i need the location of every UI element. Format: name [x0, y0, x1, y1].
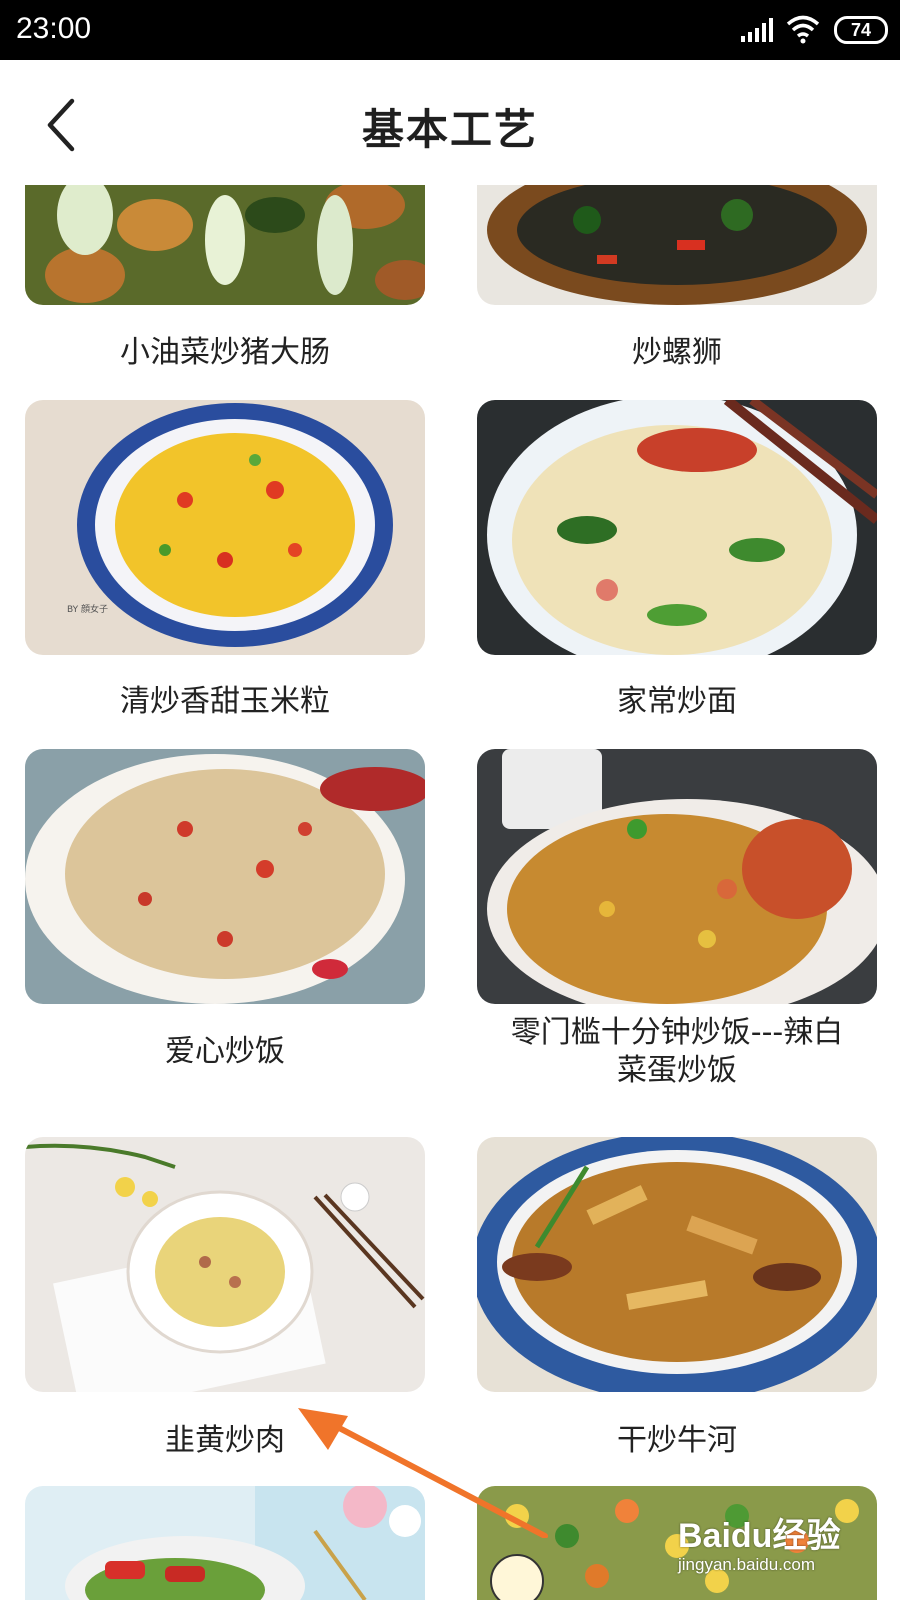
dish-title[interactable]: 家常炒面 — [467, 683, 887, 721]
watermark: Baidu经验 jingyan.baidu.com — [678, 1508, 888, 1575]
dish-grid: 小油菜炒猪大肠 炒螺狮 BY 顔女子 清炒香甜玉米粒 家常炒面 爱心炒饭 零门槛… — [0, 0, 900, 1600]
dish-title[interactable]: 炒螺狮 — [467, 334, 887, 372]
dish-title[interactable]: 小油菜炒猪大肠 — [15, 334, 435, 372]
watermark-url: jingyan.baidu.com — [678, 1555, 816, 1574]
dish-title[interactable]: 零门槛十分钟炒饭---辣白 菜蛋炒饭 — [467, 1014, 887, 1090]
dish-image[interactable] — [25, 185, 425, 305]
dish-title[interactable]: 爱心炒饭 — [15, 1033, 435, 1071]
dish-image[interactable] — [477, 185, 877, 305]
dish-image[interactable] — [477, 400, 877, 655]
annotation-arrow-icon — [298, 1408, 548, 1538]
dish-title[interactable]: 清炒香甜玉米粒 — [15, 683, 435, 721]
dish-image[interactable] — [477, 749, 877, 1004]
dish-image[interactable] — [25, 749, 425, 1004]
photo-caption: BY 顔女子 — [67, 603, 108, 615]
dish-image[interactable] — [25, 1137, 425, 1392]
dish-title-text: 零门槛十分钟炒饭---辣白 菜蛋炒饭 — [510, 1015, 844, 1088]
watermark-brand: Baidu经验 — [678, 1517, 841, 1555]
dish-image[interactable]: BY 顔女子 — [25, 400, 425, 655]
dish-image[interactable] — [477, 1137, 877, 1392]
